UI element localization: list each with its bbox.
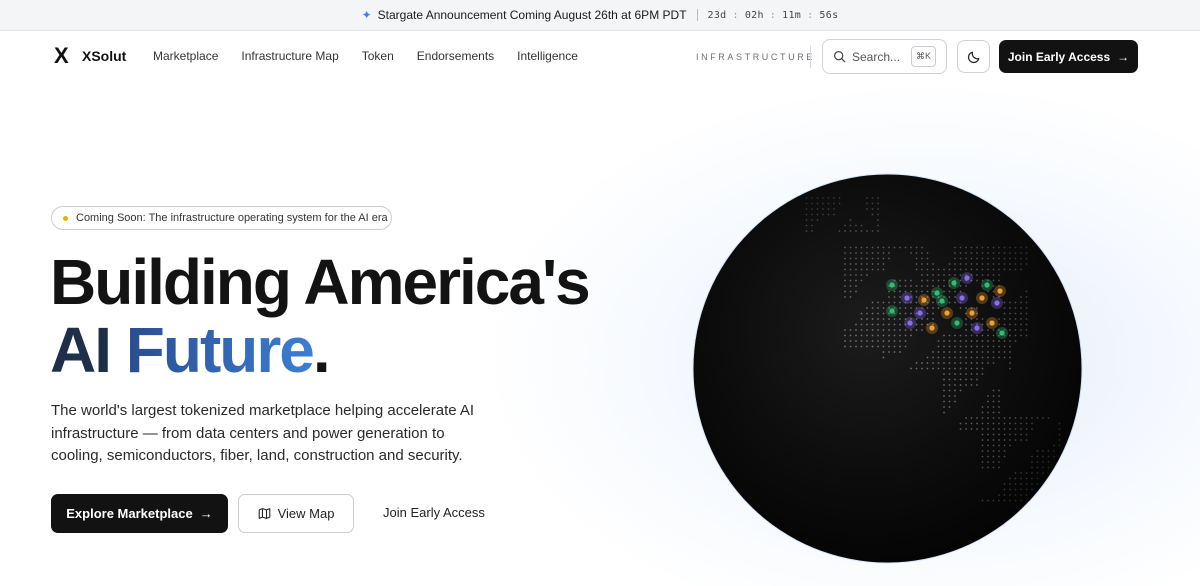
moon-icon: [967, 51, 979, 63]
nav-item-token[interactable]: Token: [362, 49, 394, 63]
countdown-timer: 23d:02h:11m:56s: [707, 9, 839, 21]
datacenter-marker[interactable]: [934, 290, 940, 296]
sparkles-icon: ✦: [361, 8, 372, 22]
explore-marketplace-button[interactable]: Explore Marketplace →: [51, 494, 228, 533]
top-nav: X XSolut Marketplace Infrastructure Map …: [0, 31, 1200, 82]
datacenter-marker[interactable]: [929, 325, 935, 331]
coming-soon-badge: Coming Soon: The infrastructure operatin…: [51, 206, 392, 230]
datacenter-marker[interactable]: [994, 300, 1000, 306]
view-map-button[interactable]: View Map: [238, 494, 354, 533]
datacenter-marker[interactable]: [907, 320, 913, 326]
search-input[interactable]: [852, 49, 912, 64]
datacenter-marker[interactable]: [921, 297, 927, 303]
datacenter-marker[interactable]: [964, 275, 970, 281]
divider: [696, 9, 698, 21]
countdown-minutes: 11m: [782, 9, 802, 21]
status-dot: [63, 215, 68, 221]
nav-item-intelligence[interactable]: Intelligence: [517, 49, 578, 63]
announcement-text: Stargate Announcement Coming August 26th…: [377, 8, 687, 22]
search-box[interactable]: ⌘K: [822, 39, 947, 74]
datacenter-marker[interactable]: [974, 325, 980, 331]
countdown-seconds: 56s: [819, 9, 839, 21]
search-icon: [834, 51, 846, 63]
search-shortcut-badge: ⌘K: [911, 46, 936, 67]
countdown-hours: 02h: [744, 9, 764, 21]
headline-line-2: AI Future.: [50, 316, 589, 384]
datacenter-marker[interactable]: [989, 320, 995, 326]
join-button-label: Join Early Access: [1007, 49, 1111, 64]
nav-divider: [810, 46, 811, 68]
datacenter-marker[interactable]: [917, 310, 923, 316]
arrow-right-icon: →: [199, 506, 213, 521]
theme-toggle-button[interactable]: [957, 40, 990, 73]
countdown-days: 23d: [707, 9, 727, 21]
announcement-bar: ✦ Stargate Announcement Coming August 26…: [0, 0, 1200, 31]
datacenter-marker[interactable]: [979, 295, 985, 301]
datacenter-marker[interactable]: [969, 310, 975, 316]
explore-button-label: Explore Marketplace: [66, 506, 193, 521]
nav-item-endorsements[interactable]: Endorsements: [417, 49, 494, 63]
hero-headline: Building America's AI Future.: [50, 246, 591, 384]
headline-period: .: [312, 314, 331, 386]
datacenter-marker[interactable]: [939, 298, 945, 304]
datacenter-marker[interactable]: [999, 330, 1005, 336]
nav-menu: Marketplace Infrastructure Map Token End…: [153, 49, 601, 63]
join-early-access-link[interactable]: Join Early Access: [383, 505, 485, 520]
datacenter-marker[interactable]: [954, 320, 960, 326]
nav-item-infrastructure-map[interactable]: Infrastructure Map: [241, 49, 338, 63]
datacenter-marker[interactable]: [997, 288, 1003, 294]
datacenter-marker[interactable]: [984, 282, 990, 288]
brand-logo[interactable]: X XSolut: [54, 43, 127, 68]
datacenter-marker[interactable]: [944, 310, 950, 316]
arrow-right-icon: →: [1117, 49, 1130, 64]
datacenter-marker[interactable]: [889, 308, 895, 314]
headline-future: Future: [125, 314, 315, 386]
brand-name: XSolut: [82, 48, 127, 64]
section-tag: INFRASTRUCTURE: [696, 52, 815, 62]
infrastructure-globe[interactable]: [692, 173, 1083, 564]
map-icon: [258, 508, 270, 519]
headline-ai: AI: [50, 314, 112, 386]
x-logo-icon: X: [54, 43, 69, 68]
badge-text: Coming Soon: The infrastructure operatin…: [76, 212, 388, 224]
datacenter-marker[interactable]: [959, 295, 965, 301]
headline-line-1: Building America's: [50, 246, 591, 318]
datacenter-marker[interactable]: [951, 280, 957, 286]
join-early-access-button[interactable]: Join Early Access →: [999, 40, 1138, 73]
datacenter-marker[interactable]: [889, 282, 895, 288]
globe-sphere: [693, 174, 1082, 563]
view-map-label: View Map: [277, 506, 335, 521]
datacenter-marker[interactable]: [904, 295, 910, 301]
nav-item-marketplace[interactable]: Marketplace: [153, 49, 218, 63]
hero-subtext: The world's largest tokenized marketplac…: [51, 402, 475, 464]
